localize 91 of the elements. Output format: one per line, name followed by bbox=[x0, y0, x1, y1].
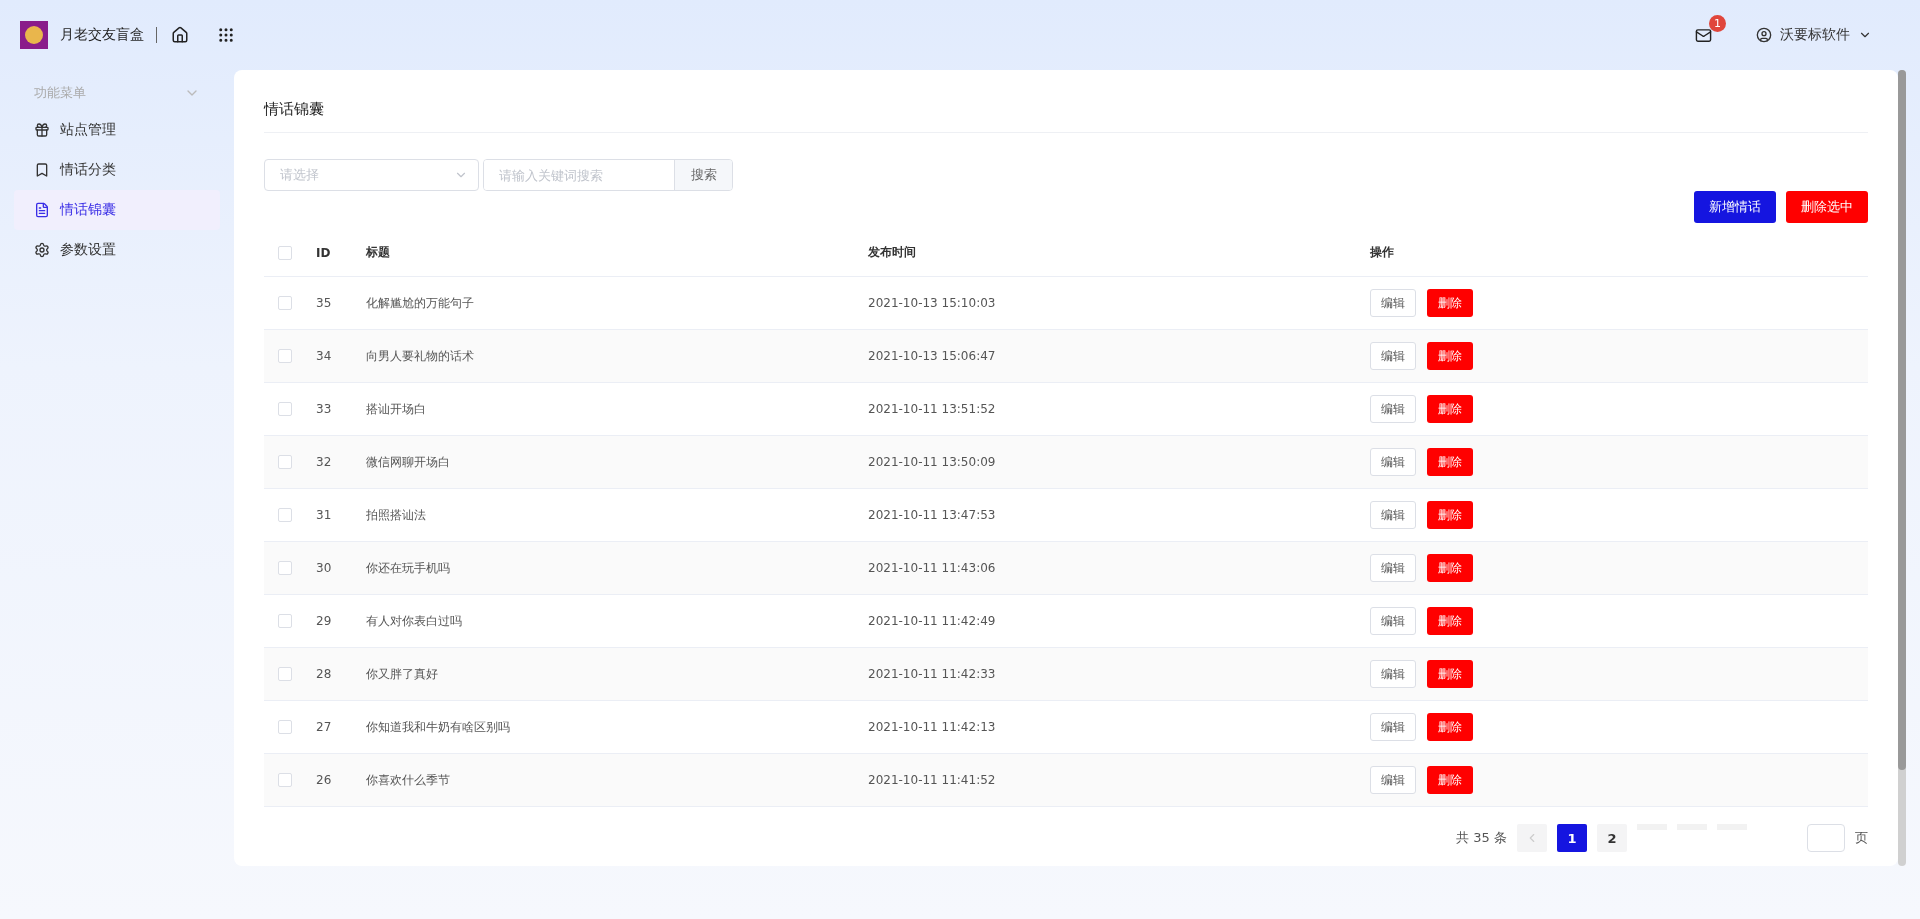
table-cell-text: 2021-10-11 13:51:52 bbox=[868, 402, 997, 416]
table-cell-text: 34 bbox=[316, 349, 333, 363]
table-cell-text: 28 bbox=[316, 667, 333, 681]
delete-button[interactable]: 删除 bbox=[1427, 501, 1473, 529]
delete-button[interactable]: 删除 bbox=[1427, 713, 1473, 741]
edit-button[interactable]: 编辑 bbox=[1370, 554, 1416, 582]
user-menu[interactable]: 沃要标软件 bbox=[1750, 25, 1878, 45]
table-cell-text: 化解尴尬的万能句子 bbox=[366, 294, 475, 312]
edit-button[interactable]: 编辑 bbox=[1370, 289, 1416, 317]
table-cell-text: 2021-10-13 15:10:03 bbox=[868, 296, 997, 310]
edit-button[interactable]: 编辑 bbox=[1370, 607, 1416, 635]
table-cell-text: 你喜欢什么季节 bbox=[366, 771, 451, 789]
table-cell-text: 32 bbox=[316, 455, 333, 469]
table-cell-text: 2021-10-11 11:43:06 bbox=[868, 561, 997, 575]
app-logo bbox=[20, 21, 48, 49]
scrollbar[interactable] bbox=[1898, 70, 1906, 866]
row-checkbox[interactable] bbox=[278, 720, 292, 734]
delete-button[interactable]: 删除 bbox=[1427, 766, 1473, 794]
document-icon bbox=[34, 202, 50, 218]
page-button[interactable]: 2 bbox=[1597, 824, 1627, 852]
row-checkbox[interactable] bbox=[278, 402, 292, 416]
add-button[interactable]: 新增情话 bbox=[1694, 191, 1776, 223]
row-checkbox[interactable] bbox=[278, 455, 292, 469]
table-cell-text: 26 bbox=[316, 773, 333, 787]
table-cell-text: 你又胖了真好 bbox=[366, 665, 439, 683]
column-header: 标题 bbox=[366, 244, 391, 261]
table-cell-text: 2021-10-11 11:42:49 bbox=[868, 614, 997, 628]
select-all-checkbox[interactable] bbox=[278, 245, 292, 260]
app-name: 月老交友盲盒 bbox=[60, 26, 144, 44]
table-cell-text: 微信网聊开场白 bbox=[366, 453, 451, 471]
total-count: 共 35 条 bbox=[1456, 829, 1507, 847]
page-jump-field[interactable] bbox=[1807, 824, 1845, 852]
delete-selected-button[interactable]: 删除选中 bbox=[1786, 191, 1868, 223]
row-checkbox[interactable] bbox=[278, 561, 292, 575]
sidebar-item[interactable]: 情话分类 bbox=[14, 150, 220, 190]
delete-button[interactable]: 删除 bbox=[1427, 448, 1473, 476]
sidebar-item[interactable]: 参数设置 bbox=[14, 230, 220, 270]
edit-button[interactable]: 编辑 bbox=[1370, 395, 1416, 423]
table-cell-text: 29 bbox=[316, 614, 333, 628]
delete-button[interactable]: 删除 bbox=[1427, 554, 1473, 582]
delete-button[interactable]: 删除 bbox=[1427, 342, 1473, 370]
column-header: ID bbox=[316, 245, 332, 260]
notification-badge: 1 bbox=[1709, 14, 1726, 32]
table-cell-text: 2021-10-11 11:41:52 bbox=[868, 773, 997, 787]
column-header: 操作 bbox=[1370, 244, 1395, 261]
menu-heading: 功能菜单 bbox=[34, 84, 86, 102]
page-title: 情话锦囊 bbox=[264, 90, 1868, 133]
table-cell-text: 有人对你表白过吗 bbox=[366, 612, 463, 630]
table-cell-text: 27 bbox=[316, 720, 333, 734]
bookmark-icon bbox=[34, 162, 50, 178]
edit-button[interactable]: 编辑 bbox=[1370, 713, 1416, 741]
row-checkbox[interactable] bbox=[278, 773, 292, 787]
search-field[interactable]: 请输入关键词搜索 搜索 bbox=[483, 159, 733, 191]
row-checkbox[interactable] bbox=[278, 667, 292, 681]
table-cell-text: 拍照搭讪法 bbox=[366, 506, 427, 524]
table-cell-text: 2021-10-13 15:06:47 bbox=[868, 349, 997, 363]
table-cell-text: 33 bbox=[316, 402, 333, 416]
table-cell-text: 31 bbox=[316, 508, 333, 522]
table-cell-text: 30 bbox=[316, 561, 333, 575]
sidebar-item[interactable]: 情话锦囊 bbox=[14, 190, 220, 230]
gear-icon bbox=[34, 242, 50, 258]
previous-page-button[interactable] bbox=[1517, 824, 1547, 852]
edit-button[interactable]: 编辑 bbox=[1370, 766, 1416, 794]
edit-button[interactable]: 编辑 bbox=[1370, 660, 1416, 688]
table-cell-text: 向男人要礼物的话术 bbox=[366, 347, 475, 365]
table-cell-text: 35 bbox=[316, 296, 333, 310]
delete-button[interactable]: 删除 bbox=[1427, 395, 1473, 423]
table-cell-text: 你知道我和牛奶有啥区别吗 bbox=[366, 718, 511, 736]
edit-button[interactable]: 编辑 bbox=[1370, 448, 1416, 476]
gift-icon bbox=[34, 122, 50, 138]
edit-button[interactable]: 编辑 bbox=[1370, 501, 1416, 529]
row-checkbox[interactable] bbox=[278, 296, 292, 310]
column-header: 发布时间 bbox=[868, 244, 917, 261]
sidebar-item[interactable]: 站点管理 bbox=[14, 110, 220, 150]
table-cell-text: 你还在玩手机吗 bbox=[366, 559, 451, 577]
page-suffix: 页 bbox=[1855, 829, 1868, 847]
table-cell-text: 搭讪开场白 bbox=[366, 400, 427, 418]
table-cell-text: 2021-10-11 13:47:53 bbox=[868, 508, 997, 522]
row-checkbox[interactable] bbox=[278, 614, 292, 628]
table-cell-text: 2021-10-11 11:42:13 bbox=[868, 720, 997, 734]
table-cell-text: 2021-10-11 13:50:09 bbox=[868, 455, 997, 469]
delete-button[interactable]: 删除 bbox=[1427, 607, 1473, 635]
delete-button[interactable]: 删除 bbox=[1427, 289, 1473, 317]
user-icon bbox=[1756, 27, 1772, 43]
search-button[interactable]: 搜索 bbox=[674, 160, 732, 190]
row-checkbox[interactable] bbox=[278, 508, 292, 522]
page-button[interactable]: 1 bbox=[1557, 824, 1587, 852]
row-checkbox[interactable] bbox=[278, 349, 292, 363]
table-cell-text: 2021-10-11 11:42:33 bbox=[868, 667, 997, 681]
delete-button[interactable]: 删除 bbox=[1427, 660, 1473, 688]
edit-button[interactable]: 编辑 bbox=[1370, 342, 1416, 370]
